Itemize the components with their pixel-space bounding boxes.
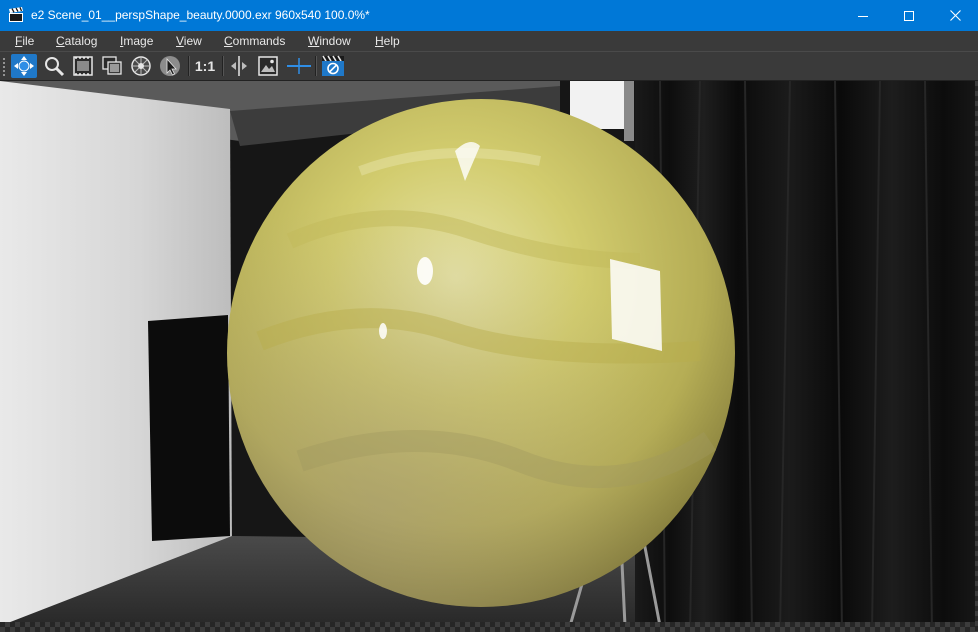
pan-arrows-icon: [14, 56, 34, 76]
pan-tool-button[interactable]: [11, 54, 37, 78]
picture-icon: [258, 56, 278, 76]
zoom-tool-button[interactable]: [41, 54, 67, 78]
menu-help[interactable]: Help: [375, 34, 400, 48]
toolbar-grip[interactable]: [2, 57, 6, 77]
toolbar-separator: [222, 56, 224, 76]
image-stack-icon: [102, 56, 122, 75]
clapper-icon: [9, 7, 23, 22]
toolbar: 1:1: [0, 51, 978, 81]
color-picker-button[interactable]: [128, 54, 154, 78]
menu-window[interactable]: Window: [308, 34, 351, 48]
split-compare-icon: [231, 56, 247, 76]
menu-commands[interactable]: Commands: [224, 34, 285, 48]
minimize-icon: [858, 15, 868, 17]
one-to-one-icon: 1:1: [194, 58, 216, 74]
menu-image[interactable]: Image: [120, 34, 153, 48]
clapper-no-icon: [322, 55, 344, 76]
film-frame-icon: [73, 56, 93, 76]
maximize-button[interactable]: [886, 0, 932, 31]
maximize-icon: [904, 10, 914, 21]
playback-button[interactable]: [320, 54, 346, 78]
frame-button[interactable]: [70, 54, 96, 78]
zoom-one-to-one-button[interactable]: 1:1: [192, 54, 218, 78]
transparency-checker-border: [0, 622, 978, 632]
close-button[interactable]: [932, 0, 978, 31]
close-icon: [949, 10, 961, 21]
menu-catalog[interactable]: Catalog: [56, 34, 97, 48]
crosshair-button[interactable]: [286, 54, 312, 78]
select-pointer-button[interactable]: [157, 54, 183, 78]
menu-bar: File Catalog Image View Commands Window …: [0, 31, 978, 51]
zoom-magnifier-icon: [45, 57, 65, 77]
title-bar[interactable]: e2 Scene_01__perspShape_beauty.0000.exr …: [0, 0, 978, 31]
split-compare-button[interactable]: [226, 54, 252, 78]
pointer-icon: [160, 56, 180, 76]
crosshair-line-icon: [287, 58, 311, 74]
menu-file[interactable]: File: [15, 34, 34, 48]
menu-view[interactable]: View: [176, 34, 202, 48]
toolbar-separator: [188, 56, 190, 76]
minimize-button[interactable]: [840, 0, 886, 31]
render-image: [0, 81, 978, 632]
color-wheel-icon: [131, 56, 151, 76]
window-title: e2 Scene_01__perspShape_beauty.0000.exr …: [31, 8, 370, 22]
image-viewport[interactable]: [0, 81, 978, 632]
toolbar-separator: [315, 56, 317, 76]
image-stack-button[interactable]: [99, 54, 125, 78]
picture-button[interactable]: [255, 54, 281, 78]
